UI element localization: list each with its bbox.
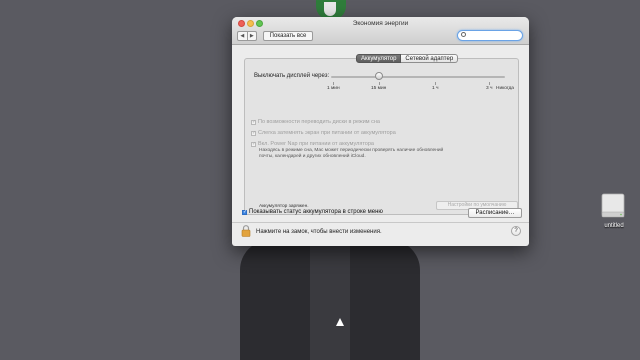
power-nap-description: Находясь в режиме сна, Mac может периоди… bbox=[259, 148, 444, 159]
display-sleep-label: Выключать дисплей через: bbox=[254, 73, 330, 79]
slider-tick bbox=[333, 82, 334, 85]
tab-bar: Аккумулятор Сетевой адаптер bbox=[356, 54, 459, 63]
checkbox[interactable] bbox=[251, 141, 256, 147]
divider bbox=[232, 222, 529, 223]
slider-tick bbox=[489, 82, 490, 85]
lock-instruction-text: Нажмите на замок, чтобы внести изменения… bbox=[256, 229, 382, 235]
settings-panel: Выключать дисплей через: 1 мин 15 мин 1 … bbox=[244, 58, 519, 215]
search-field[interactable] bbox=[457, 30, 523, 41]
tick-label-3-h: 3 ч bbox=[486, 86, 493, 91]
tick-label-never: Никогда bbox=[496, 86, 514, 91]
external-drive-icon[interactable] bbox=[599, 192, 627, 220]
search-input[interactable] bbox=[468, 31, 520, 39]
checkbox[interactable] bbox=[242, 209, 247, 215]
lock-icon[interactable] bbox=[241, 225, 251, 237]
option-power-nap[interactable]: Вкл. Power Nap при питании от аккумулято… bbox=[251, 141, 374, 147]
option-label: Слегка затемнять экран при питании от ак… bbox=[258, 130, 396, 136]
nav-arrows: ◀ ▶ bbox=[237, 31, 257, 41]
display-sleep-slider-knob[interactable] bbox=[375, 72, 383, 80]
schedule-button[interactable]: Расписание… bbox=[468, 208, 522, 218]
search-icon bbox=[461, 32, 466, 37]
checkbox[interactable] bbox=[251, 119, 256, 125]
title-bar[interactable]: Экономия энергии ◀ ▶ Показать все bbox=[232, 17, 529, 45]
option-label: Показывать статус аккумулятора в строке … bbox=[249, 209, 383, 215]
tab-battery[interactable]: Аккумулятор bbox=[356, 54, 402, 63]
forward-arrow-icon[interactable]: ▶ bbox=[248, 32, 257, 40]
back-arrow-icon[interactable]: ◀ bbox=[238, 32, 248, 40]
option-dim-display[interactable]: Слегка затемнять экран при питании от ак… bbox=[251, 130, 396, 136]
help-button[interactable]: ? bbox=[511, 226, 521, 236]
tick-label-15-min: 15 мин bbox=[371, 86, 387, 91]
display-sleep-slider[interactable] bbox=[331, 76, 505, 78]
show-battery-status-option[interactable]: Показывать статус аккумулятора в строке … bbox=[242, 209, 383, 215]
tick-label-1-h: 1 ч bbox=[432, 86, 439, 91]
option-label: Вкл. Power Nap при питании от аккумулято… bbox=[258, 141, 374, 147]
checkbox[interactable] bbox=[251, 130, 256, 136]
tab-power-adapter[interactable]: Сетевой адаптер bbox=[401, 54, 459, 63]
energy-saver-window: Экономия энергии ◀ ▶ Показать все Аккуму… bbox=[232, 17, 529, 246]
mouse-cursor-icon bbox=[336, 318, 344, 326]
show-all-button[interactable]: Показать все bbox=[263, 31, 313, 41]
slider-tick bbox=[435, 82, 436, 85]
drive-label: untitled bbox=[604, 223, 624, 229]
tick-label-1-min: 1 мин bbox=[327, 86, 340, 91]
wallpaper-lapel bbox=[310, 240, 350, 360]
option-label: По возможности переводить диски в режим … bbox=[258, 119, 380, 125]
slider-tick bbox=[379, 82, 380, 85]
window-title: Экономия энергии bbox=[352, 20, 409, 27]
option-disk-sleep[interactable]: По возможности переводить диски в режим … bbox=[251, 119, 380, 125]
